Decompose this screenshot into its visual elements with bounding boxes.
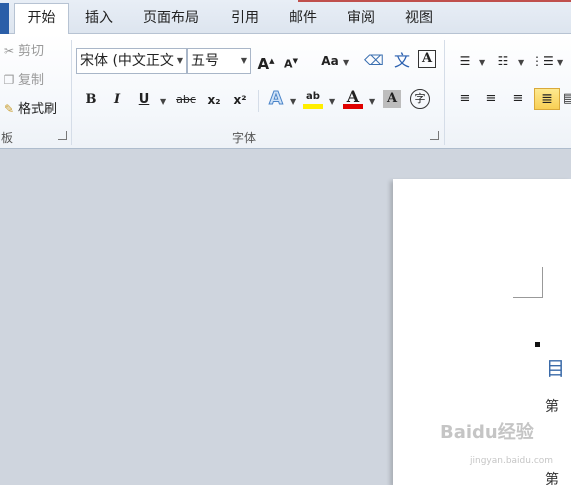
group-separator	[444, 40, 445, 145]
ribbon-tab-bar: 开始 插入 页面布局 引用 邮件 审阅 视图	[0, 0, 571, 35]
change-case-icon: Aa	[321, 54, 339, 68]
tab-home[interactable]: 开始	[14, 3, 69, 35]
eraser-icon: ⌫	[364, 53, 384, 69]
text-highlight-dropdown-icon[interactable]: ▼	[329, 97, 335, 106]
grow-font-button[interactable]: A▲	[255, 50, 277, 73]
justify-button[interactable]: ≣	[534, 88, 560, 110]
title-accent-line	[298, 0, 571, 2]
font-size-combo[interactable]: 五号 ▼	[187, 48, 251, 74]
bold-icon: B	[85, 92, 97, 107]
bold-button[interactable]: B	[80, 89, 102, 111]
font-group-label: 字体	[232, 131, 257, 145]
watermark-url: jingyan.baidu.com	[470, 456, 554, 466]
character-shading-button[interactable]: A	[383, 90, 401, 108]
cut-button[interactable]: ✂ 剪切	[0, 41, 44, 61]
font-color-dropdown-icon[interactable]: ▼	[369, 97, 375, 106]
phonetic-guide-button[interactable]: 文	[391, 50, 413, 72]
ribbon: ✂ 剪切 ❐ 复制 ✎ 格式刷 板 宋体 (中文正文 ▼ 五号 ▼ A▲ A▼ Aa …	[0, 34, 571, 149]
justify-icon: ≣	[541, 91, 553, 107]
scissors-icon: ✂	[3, 44, 15, 58]
toc-line-1[interactable]: 第	[545, 396, 559, 416]
tab-page-layout[interactable]: 页面布局	[132, 6, 210, 34]
clipboard-dialog-launcher[interactable]	[58, 131, 67, 140]
copy-label: 复制	[18, 73, 45, 88]
change-case-dropdown-icon[interactable]: ▼	[343, 58, 349, 67]
superscript-icon: x²	[233, 93, 247, 107]
align-right-button[interactable]: ≡	[507, 88, 529, 110]
underline-dropdown-icon[interactable]: ▼	[160, 97, 166, 106]
character-border-button[interactable]: A	[418, 50, 436, 68]
italic-button[interactable]: I	[106, 89, 128, 111]
font-dialog-launcher[interactable]	[430, 131, 439, 140]
format-painter-label: 格式刷	[18, 102, 58, 117]
copy-icon: ❐	[3, 73, 15, 87]
distributed-button[interactable]: ▤	[563, 88, 571, 110]
multilevel-list-button[interactable]: ⋮☰	[531, 50, 554, 72]
bullets-button[interactable]: ☰	[454, 50, 476, 72]
font-size-value: 五号	[191, 53, 219, 69]
numbered-list-icon: ☷	[497, 54, 509, 68]
character-border-icon: A	[421, 51, 433, 66]
grow-font-icon: A	[257, 55, 270, 73]
format-painter-button[interactable]: ✎ 格式刷	[0, 99, 57, 119]
numbering-button[interactable]: ☷	[492, 50, 514, 72]
underline-icon: U	[138, 92, 150, 107]
watermark-logo: Baidu经验	[440, 422, 534, 443]
font-name-dropdown-icon[interactable]: ▼	[177, 49, 183, 73]
cut-label: 剪切	[18, 44, 45, 59]
font-name-combo[interactable]: 宋体 (中文正文 ▼	[76, 48, 187, 74]
italic-icon: I	[113, 92, 121, 107]
align-right-icon: ≡	[512, 91, 524, 106]
tab-review[interactable]: 审阅	[338, 6, 384, 34]
toc-line-2[interactable]: 第	[545, 469, 559, 485]
underline-button[interactable]: U	[133, 89, 155, 111]
tab-view[interactable]: 视图	[396, 6, 442, 34]
subscript-icon: x₂	[207, 93, 221, 107]
paintbrush-icon: ✎	[3, 102, 15, 116]
text-effect-dropdown-icon[interactable]: ▼	[290, 97, 296, 106]
multilevel-list-icon: ⋮☰	[531, 54, 554, 68]
text-effect-icon: A	[269, 88, 284, 110]
bullet-list-icon: ☰	[459, 54, 471, 68]
enclose-characters-icon: 字	[414, 92, 426, 105]
text-effect-button[interactable]: A	[265, 88, 287, 110]
highlight-color-swatch	[303, 104, 323, 109]
strikethrough-icon: abc	[176, 93, 196, 106]
numbering-dropdown-icon[interactable]: ▼	[518, 58, 524, 67]
font-color-button[interactable]: A	[342, 86, 364, 109]
font-name-value: 宋体 (中文正文	[80, 53, 174, 69]
toc-heading[interactable]: 目	[546, 354, 565, 381]
tab-insert[interactable]: 插入	[76, 6, 122, 34]
align-left-button[interactable]: ≡	[454, 88, 476, 110]
text-highlight-button[interactable]: ab	[302, 86, 324, 109]
superscript-button[interactable]: x²	[229, 89, 251, 111]
strikethrough-button[interactable]: abc	[173, 89, 199, 111]
shrink-font-button[interactable]: A▼	[280, 50, 302, 72]
font-separator	[258, 90, 259, 112]
change-case-button[interactable]: Aa	[318, 50, 342, 72]
font-size-dropdown-icon[interactable]: ▼	[241, 49, 247, 73]
enclose-characters-button[interactable]: 字	[410, 89, 430, 109]
align-center-button[interactable]: ≡	[480, 88, 502, 110]
shrink-font-icon: A	[284, 57, 293, 71]
character-shading-icon: A	[386, 91, 398, 106]
phonetic-guide-icon: 文	[393, 51, 410, 70]
margin-corner-mark	[513, 267, 543, 298]
font-color-swatch	[343, 104, 363, 109]
file-tab[interactable]	[0, 3, 9, 34]
paragraph-mark	[535, 342, 540, 347]
bullets-dropdown-icon[interactable]: ▼	[479, 58, 485, 67]
align-left-icon: ≡	[459, 91, 471, 106]
copy-button[interactable]: ❐ 复制	[0, 70, 44, 90]
tab-mailings[interactable]: 邮件	[280, 6, 326, 34]
highlighter-icon: ab	[306, 91, 320, 102]
clear-formatting-button[interactable]: ⌫	[363, 50, 385, 72]
distributed-icon: ▤	[563, 91, 571, 106]
align-center-icon: ≡	[485, 91, 497, 106]
clipboard-group-label: 板	[1, 131, 14, 145]
subscript-button[interactable]: x₂	[203, 89, 225, 111]
multilevel-list-dropdown-icon[interactable]: ▼	[557, 58, 563, 67]
tab-references[interactable]: 引用	[222, 6, 268, 34]
group-separator	[71, 40, 72, 145]
